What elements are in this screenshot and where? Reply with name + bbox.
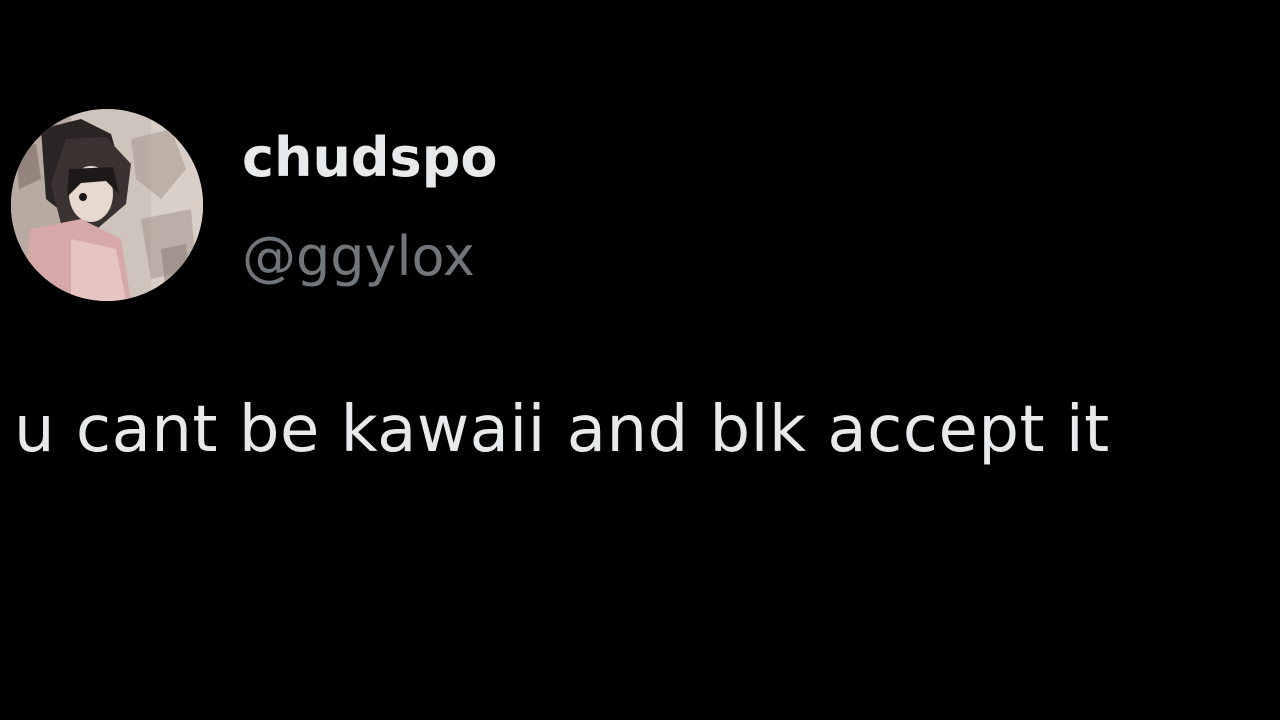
tweet-card: chudspo @ggylox u cant be kawaii and blk… bbox=[0, 0, 1280, 720]
tweet-text: u cant be kawaii and blk accept it bbox=[14, 393, 1110, 467]
profile-avatar-icon[interactable] bbox=[11, 109, 203, 301]
author-handle[interactable]: @ggylox bbox=[242, 221, 475, 293]
author-display-name[interactable]: chudspo bbox=[242, 122, 497, 194]
